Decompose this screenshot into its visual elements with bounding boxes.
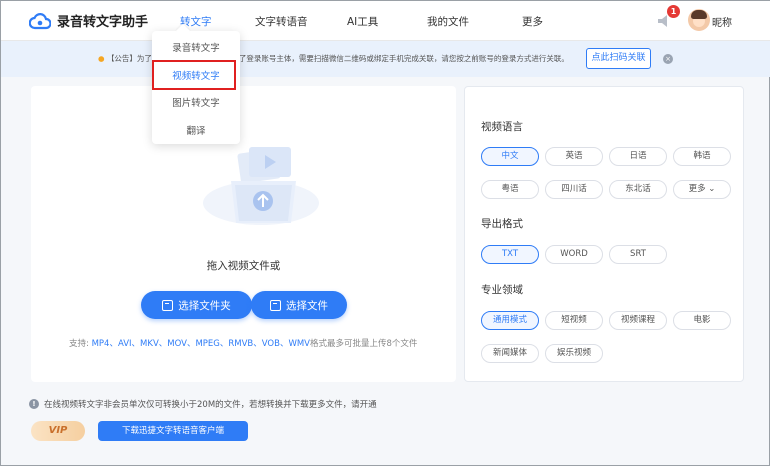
settings-panel: 视频语言 中文 英语 日语 韩语 粤语 四川话 东北话 更多 ⌄ 导出格式 TX…: [464, 86, 744, 382]
format-srt[interactable]: SRT: [609, 245, 667, 264]
app-logo[interactable]: 录音转文字助手: [29, 11, 148, 30]
domain-general[interactable]: 通用模式: [481, 311, 539, 330]
member-tip-text: 在线视频转文字非会员单次仅可转换小于20M的文件，若想转换并下载更多文件，请开通: [44, 400, 377, 410]
lang-cantonese[interactable]: 粤语: [481, 180, 539, 199]
announcement-prefix: 【公告】为了: [106, 54, 152, 63]
lang-chinese[interactable]: 中文: [481, 147, 539, 166]
notification-badge: 1: [667, 5, 680, 18]
username[interactable]: 昵称: [712, 14, 732, 29]
app-title: 录音转文字助手: [57, 15, 149, 30]
lang-english[interactable]: 英语: [545, 147, 603, 166]
upload-area[interactable]: 拖入视频文件或 选择文件夹 选择文件 支持: MP4、AVI、MKV、MOV、M…: [31, 86, 456, 382]
nav-more[interactable]: 更多: [522, 14, 543, 29]
format-word[interactable]: WORD: [545, 245, 603, 264]
support-prefix: 支持:: [69, 339, 89, 349]
export-title: 导出格式: [481, 218, 523, 230]
domain-video-course[interactable]: 视频课程: [609, 311, 667, 330]
format-list: MP4、AVI、MKV、MOV、MPEG、RMVB、VOB、WMV: [91, 339, 310, 349]
domain-news-media[interactable]: 新闻媒体: [481, 344, 539, 363]
lang-more-dropdown[interactable]: 更多 ⌄: [673, 180, 731, 199]
upload-illustration-icon: [203, 147, 319, 225]
download-client-button[interactable]: 下载迅捷文字转语音客户端: [98, 421, 248, 441]
lang-sichuanese[interactable]: 四川话: [545, 180, 603, 199]
announcement-main: 更新了登录账号主体，需要扫描微信二维码或绑定手机完成关联，请您按之前账号的登录方…: [223, 54, 569, 63]
lang-japanese[interactable]: 日语: [609, 147, 667, 166]
drop-hint: 拖入视频文件或: [206, 260, 281, 272]
top-header: 录音转文字助手 转文字 文字转语音 AI工具 我的文件 更多 1 昵称: [1, 1, 770, 41]
file-icon: [270, 299, 281, 311]
support-suffix: 格式最多可批量上传8个文件: [310, 339, 418, 349]
vip-button[interactable]: VIP: [31, 421, 85, 441]
domain-title: 专业领域: [481, 284, 523, 296]
supported-formats: 支持: MP4、AVI、MKV、MOV、MPEG、RMVB、VOB、WMV格式最…: [69, 337, 417, 349]
lang-korean[interactable]: 韩语: [673, 147, 731, 166]
format-txt[interactable]: TXT: [481, 245, 539, 264]
select-file-label: 选择文件: [286, 299, 328, 312]
domain-movie[interactable]: 电影: [673, 311, 731, 330]
menu-item-audio-to-text[interactable]: 录音转文字: [152, 40, 240, 54]
info-icon: !: [29, 399, 39, 409]
nav-text-to-speech[interactable]: 文字转语音: [255, 14, 308, 29]
select-folder-label: 选择文件夹: [178, 299, 231, 312]
select-folder-button[interactable]: 选择文件夹: [141, 291, 252, 319]
menu-item-translate[interactable]: 翻译: [152, 123, 240, 137]
lang-northeastern[interactable]: 东北话: [609, 180, 667, 199]
select-file-button[interactable]: 选择文件: [251, 291, 347, 319]
language-title: 视频语言: [481, 121, 523, 133]
scan-link-button[interactable]: 点此扫码关联: [586, 48, 651, 69]
cloud-logo-icon: [29, 12, 51, 29]
domain-entertainment[interactable]: 娱乐视频: [545, 344, 603, 363]
folder-icon: [162, 299, 174, 311]
domain-short-video[interactable]: 短视频: [545, 311, 603, 330]
avatar[interactable]: [688, 9, 710, 31]
avatar-hair: [691, 10, 707, 19]
announcement-bullet-icon: ●: [98, 54, 107, 63]
member-tip: ! 在线视频转文字非会员单次仅可转换小于20M的文件，若想转换并下载更多文件，请…: [29, 398, 377, 410]
nav-my-files[interactable]: 我的文件: [427, 14, 469, 29]
announcement-bar: ● 【公告】为了 更新了登录账号主体，需要扫描微信二维码或绑定手机完成关联，请您按…: [1, 41, 770, 77]
close-icon[interactable]: ×: [663, 54, 673, 64]
menu-item-image-to-text[interactable]: 图片转文字: [152, 95, 240, 109]
nav-ai-tools[interactable]: AI工具: [347, 14, 378, 29]
highlight-box: [152, 60, 236, 90]
